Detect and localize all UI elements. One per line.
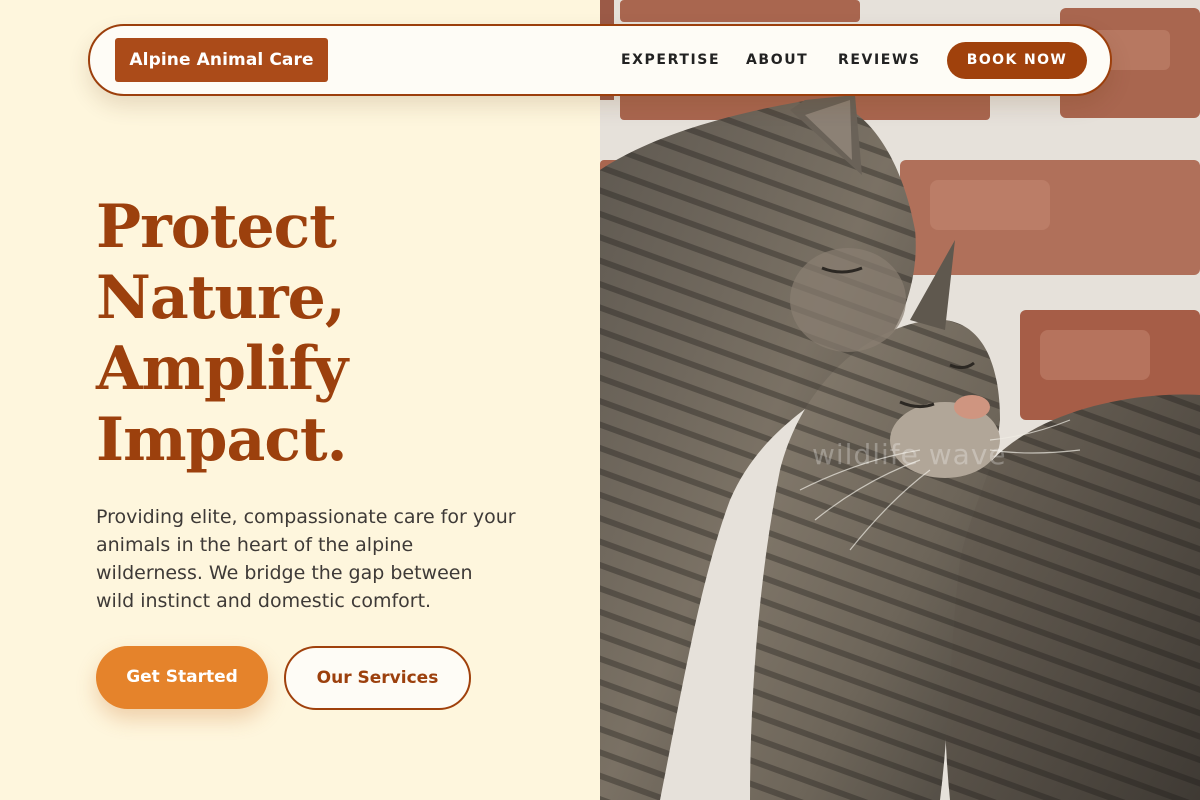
headline-line-3: Amplify	[96, 334, 348, 404]
nav-link-reviews[interactable]: REVIEWS	[838, 52, 921, 68]
hero-description: Providing elite, compassionate care for …	[96, 506, 516, 612]
headline-line-2: Nature,	[96, 263, 346, 333]
nav-link-about[interactable]: ABOUT	[746, 52, 808, 68]
brand-logo[interactable]: Alpine Animal Care	[115, 38, 328, 82]
nav-link-expertise[interactable]: EXPERTISE	[621, 52, 720, 68]
top-navbar: Alpine Animal Care EXPERTISE ABOUT REVIE…	[88, 24, 1112, 96]
headline-line-1: Protect	[96, 192, 337, 262]
cats-photo-illustration	[600, 0, 1200, 800]
hero-headline: Protect Nature, Amplify Impact.	[96, 192, 576, 476]
book-now-button[interactable]: BOOK NOW	[947, 42, 1087, 79]
get-started-button[interactable]: Get Started	[96, 646, 268, 709]
hero-photo: wildlife wave	[600, 0, 1200, 800]
our-services-button[interactable]: Our Services	[284, 646, 471, 710]
headline-line-4: Impact.	[96, 405, 348, 475]
image-watermark: wildlife wave	[812, 438, 1007, 471]
